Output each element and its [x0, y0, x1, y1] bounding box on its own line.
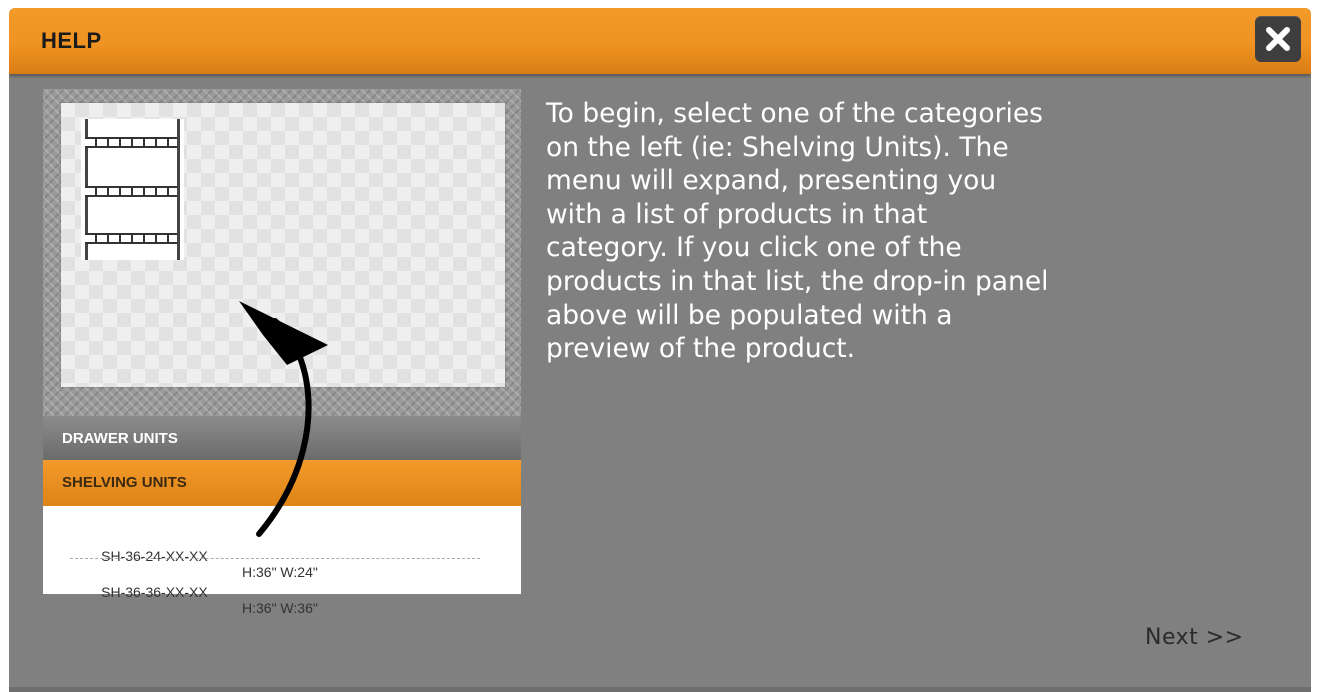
help-line: with a list of products in that [546, 198, 928, 230]
help-line: category. If you click one of the [546, 232, 962, 264]
close-icon [1266, 27, 1290, 51]
help-line: preview of the product. [546, 333, 856, 365]
help-line: products in that list, the drop-in panel [546, 265, 1049, 297]
help-line: above will be populated with a [546, 299, 953, 331]
curved-arrow-icon [239, 301, 328, 537]
dialog-bottom-edge [9, 687, 1311, 692]
dialog-title: HELP [41, 28, 102, 53]
help-line: To begin, select one of the categories [546, 98, 1043, 129]
help-message: To begin, select one of the categories o… [546, 97, 1296, 366]
help-dialog: HELP DRAWER UNITS SHELVING UNITS SH-36-2… [9, 8, 1311, 692]
help-line: on the left (ie: Shelving Units). The [546, 131, 1009, 163]
help-line: menu will expand, presenting you [546, 165, 997, 197]
next-link[interactable]: Next >> [1145, 625, 1244, 650]
dialog-titlebar: HELP [9, 8, 1311, 74]
product-dimensions: H:36" W:36" [242, 600, 318, 616]
help-illustration: DRAWER UNITS SHELVING UNITS SH-36-24-XX-… [43, 89, 521, 616]
close-button[interactable] [1255, 16, 1301, 62]
